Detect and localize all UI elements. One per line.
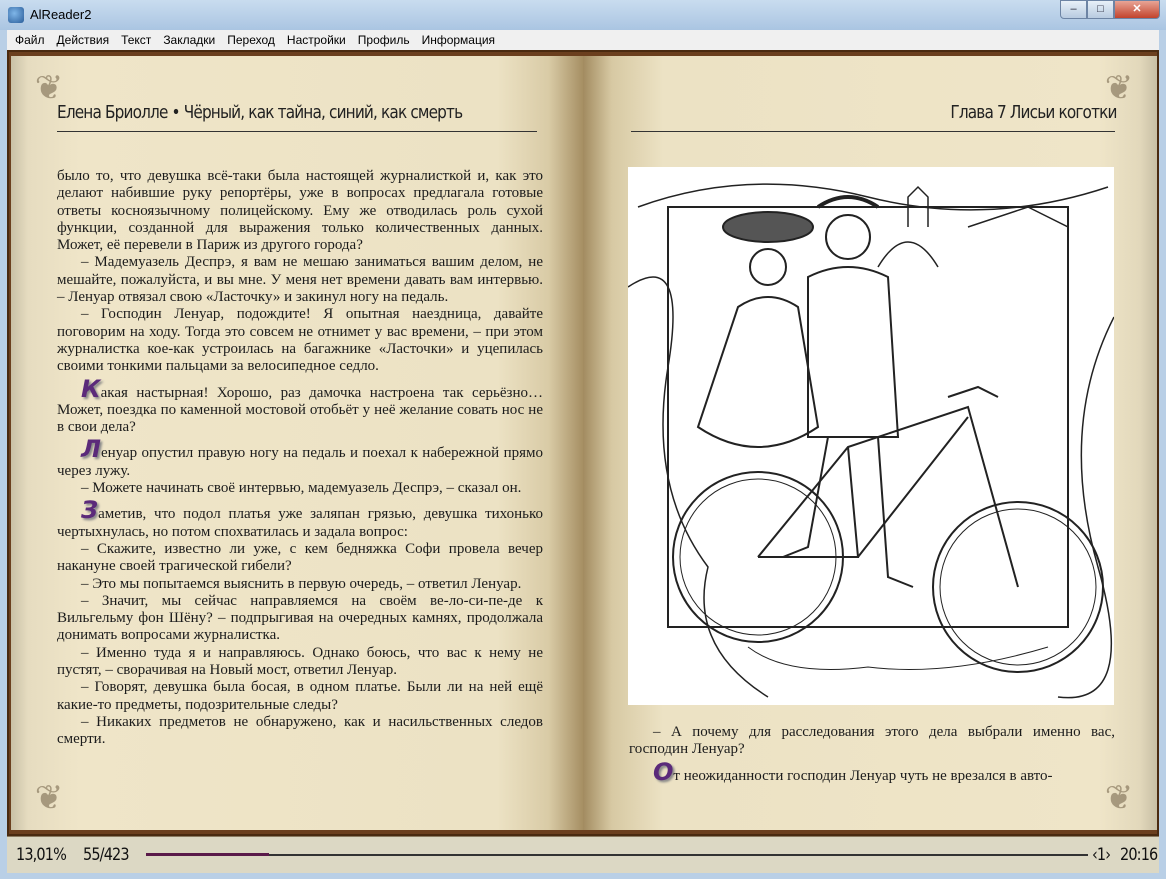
paragraph-text: – Можете начинать своё интервью, мадемуа… <box>81 480 522 497</box>
paragraph-text: – Никаких предметов не обнаружено, как и… <box>57 713 543 748</box>
paragraph-text: было то, что девушка всё-таки была насто… <box>57 168 543 254</box>
paragraph-text: акая настырная! Хорошо, раз дамочка наст… <box>57 384 543 436</box>
paragraph: – Значит, мы сейчас направляемся на своё… <box>57 593 543 645</box>
page-text: было то, что девушка всё-таки была насто… <box>57 168 543 749</box>
page-counter[interactable]: 55/423 <box>83 845 130 865</box>
book-view[interactable]: ❦ ❦ Елена Бриолле • Чёрный, как тайна, с… <box>7 50 1159 836</box>
clock: 20:16 <box>1120 845 1158 865</box>
status-bar: 13,01% 55/423 ‹1› 20:16 <box>7 836 1159 873</box>
paragraph: – Никаких предметов не обнаружено, как и… <box>57 714 543 749</box>
paragraph-text: – Говорят, девушка была босая, в одном п… <box>57 679 543 713</box>
paragraph: – Это мы попытаемся выяснить в первую оч… <box>57 576 543 593</box>
paragraph: – Мадемуазель Деспрэ, я вам не мешаю зан… <box>57 254 543 306</box>
menu-text[interactable]: Текст <box>115 30 157 50</box>
paragraph: – А почему для расследования этого дела … <box>629 724 1115 759</box>
menu-settings[interactable]: Настройки <box>281 30 352 50</box>
window-title: AlReader2 <box>30 7 92 22</box>
paragraph-text: – Мадемуазель Деспрэ, я вам не мешаю зан… <box>57 254 543 306</box>
paragraph-text: – А почему для расследования этого дела … <box>629 724 1115 758</box>
read-percent: 13,01% <box>16 845 67 865</box>
paragraph: – Скажите, известно ли уже, с кем бедняж… <box>57 541 543 576</box>
paragraph: Заметив, что подол платья уже заляпан гр… <box>57 498 543 541</box>
paragraph: – Господин Ленуар, подождите! Я опытная … <box>57 306 543 375</box>
menu-bookmarks[interactable]: Закладки <box>157 30 221 50</box>
paragraph-text: т неожиданности господин Ленуар чуть не … <box>673 767 1053 784</box>
close-button[interactable]: ✕ <box>1114 0 1160 19</box>
paragraph: было то, что девушка всё-таки была насто… <box>57 168 543 254</box>
app-icon <box>8 7 24 23</box>
page-text: – А почему для расследования этого дела … <box>629 724 1115 785</box>
paragraph: – Можете начинать своё интервью, мадемуа… <box>57 480 543 497</box>
paragraph: – Именно туда я и направляюсь. Однако бо… <box>57 645 543 680</box>
menu-file[interactable]: Файл <box>9 30 51 50</box>
chapter-indicator[interactable]: ‹1› <box>1092 845 1111 865</box>
menu-actions[interactable]: Действия <box>51 30 116 50</box>
menu-bar: Файл Действия Текст Закладки Переход Нас… <box>7 30 1159 50</box>
paragraph-text: – Значит, мы сейчас направляемся на своё… <box>57 592 543 644</box>
menu-navigation[interactable]: Переход <box>221 30 281 50</box>
drop-cap: Л <box>81 435 101 464</box>
paragraph: Какая настырная! Хорошо, раз дамочка нас… <box>57 377 543 437</box>
book-header: Елена Бриолле • Чёрный, как тайна, синий… <box>57 102 463 123</box>
side-ornament-icon <box>1123 736 1157 796</box>
drop-cap: З <box>81 496 99 525</box>
chapter-illustration <box>627 167 1115 705</box>
paragraph-text: аметив, что подол платья уже заляпан гря… <box>57 506 543 540</box>
drop-cap: К <box>81 374 101 403</box>
left-page[interactable]: ❦ ❦ Елена Бриолле • Чёрный, как тайна, с… <box>11 56 583 830</box>
paragraph-text: – Скажите, известно ли уже, с кем бедняж… <box>57 540 543 575</box>
minimize-button[interactable]: – <box>1060 0 1087 19</box>
menu-info[interactable]: Информация <box>416 30 501 50</box>
paragraph-text: – Господин Ленуар, подождите! Я опытная … <box>57 306 543 375</box>
header-rule <box>57 131 537 132</box>
right-page[interactable]: ❦ ❦ Глава 7 Лисьи коготки – А почему для… <box>583 56 1157 830</box>
progress-fill <box>146 853 269 856</box>
paragraph: – Говорят, девушка была босая, в одном п… <box>57 679 543 714</box>
drop-cap: О <box>653 757 674 786</box>
header-rule <box>631 131 1115 132</box>
menu-profile[interactable]: Профиль <box>352 30 416 50</box>
paragraph-text: – Это мы попытаемся выяснить в первую оч… <box>81 575 522 592</box>
paragraph-text: енуар опустил правую ногу на педаль и по… <box>57 445 543 479</box>
maximize-button[interactable]: □ <box>1087 0 1114 19</box>
paragraph-text: – Именно туда я и направляюсь. Однако бо… <box>57 644 543 679</box>
title-bar: AlReader2 – □ ✕ <box>0 0 1166 30</box>
chapter-header: Глава 7 Лисьи коготки <box>950 102 1118 123</box>
corner-ornament-icon: ❦ <box>34 778 64 818</box>
paragraph: От неожиданности господин Ленуар чуть не… <box>629 760 1115 785</box>
reading-progress-bar[interactable] <box>146 853 1088 856</box>
paragraph: Ленуар опустил правую ногу на педаль и п… <box>57 437 543 480</box>
